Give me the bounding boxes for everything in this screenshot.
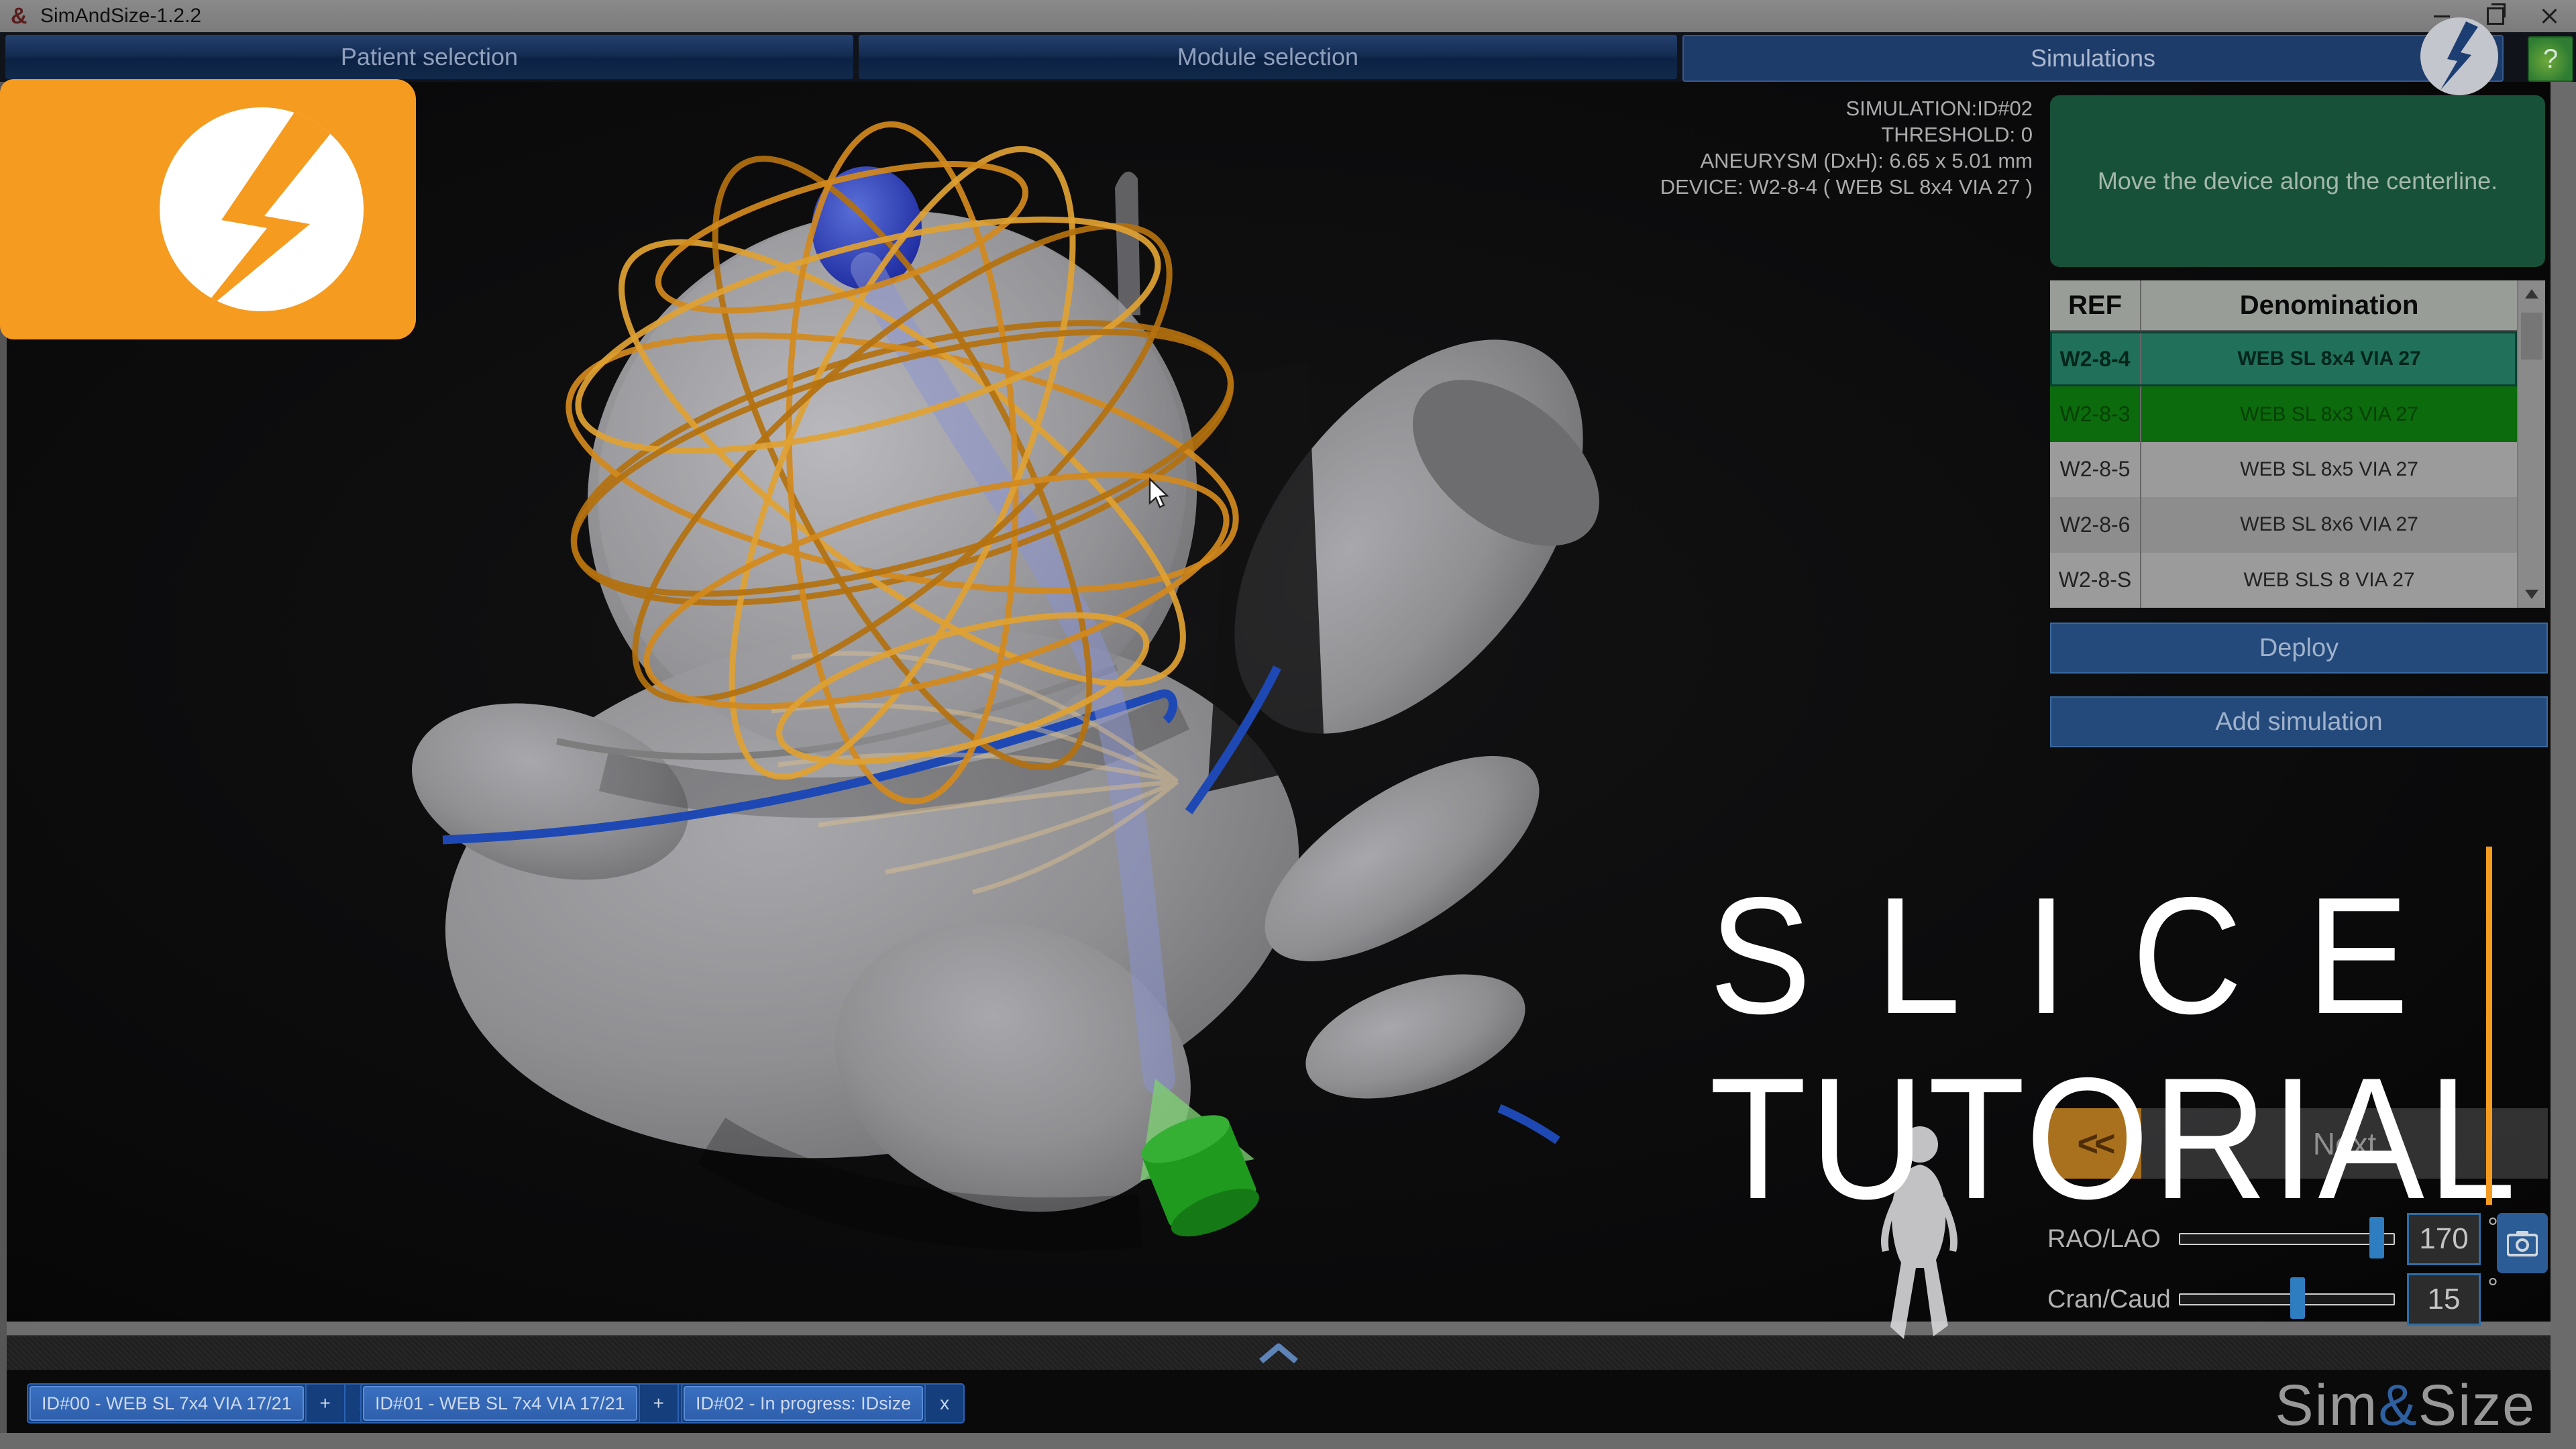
table-row[interactable]: W2-8-5 WEB SL 8x5 VIA 27: [2050, 442, 2517, 497]
window-edge-right[interactable]: [2551, 82, 2576, 1449]
app-window: & SimAndSize-1.2.2 Patient selection Mod…: [0, 0, 2576, 1449]
header-ref: REF: [2050, 280, 2141, 330]
device-table: REF Denomination W2-8-4 WEB SL 8x4 VIA 2…: [2050, 280, 2545, 608]
hud-device: DEVICE: W2-8-4 ( WEB SL 8x4 VIA 27 ): [1563, 174, 2033, 200]
sim-tab-id02[interactable]: ID#02 - In progress: IDsize x: [681, 1383, 965, 1424]
scroll-up-icon[interactable]: [2518, 280, 2545, 307]
sim-tab-close-button[interactable]: x: [924, 1385, 963, 1422]
help-button[interactable]: ?: [2528, 36, 2573, 82]
hud-simulation-id: SIMULATION:ID#02: [1563, 95, 2033, 121]
table-scrollbar[interactable]: [2517, 280, 2545, 608]
tab-patient-selection[interactable]: Patient selection: [5, 35, 853, 79]
titlebar: & SimAndSize-1.2.2: [0, 0, 2576, 32]
sim-tab-id01[interactable]: ID#01 - WEB SL 7x4 VIA 17/21 + x: [360, 1383, 718, 1424]
close-button[interactable]: [2522, 0, 2576, 32]
cran-caud-slider-handle[interactable]: [2290, 1277, 2305, 1319]
table-row[interactable]: W2-8-S WEB SLS 8 VIA 27: [2050, 553, 2517, 608]
chevron-up-icon: [1257, 1342, 1300, 1365]
sim-tab-add-button[interactable]: +: [305, 1385, 344, 1422]
table-row[interactable]: W2-8-4 WEB SL 8x4 VIA 27: [2050, 331, 2517, 386]
cran-caud-value[interactable]: 15: [2407, 1273, 2481, 1326]
sim-tab-id00[interactable]: ID#00 - WEB SL 7x4 VIA 17/21 + x: [27, 1383, 384, 1424]
tab-simulations[interactable]: Simulations: [1682, 35, 2504, 82]
scrollbar-thumb[interactable]: [2521, 313, 2542, 360]
app-icon: &: [11, 6, 31, 26]
cran-caud-unit: °: [2487, 1273, 2498, 1303]
tutorial-title-word1: SLICE: [1709, 872, 2450, 1038]
simandsize-wordmark: Sim&Size: [2275, 1373, 2536, 1439]
window-edge-bottom: [0, 1433, 2576, 1449]
inlet-marker: [1135, 1079, 1265, 1246]
cran-caud-label: Cran/Caud: [2047, 1285, 2179, 1314]
hud-aneurysm-size: ANEURYSM (DxH): 6.65 x 5.01 mm: [1563, 148, 2033, 174]
tutorial-brand-badge: [0, 79, 416, 339]
close-icon: [2540, 7, 2558, 25]
expand-panel-bar[interactable]: [7, 1335, 2551, 1373]
deploy-button[interactable]: Deploy: [2050, 623, 2548, 674]
hud-threshold: THRESHOLD: 0: [1563, 121, 2033, 148]
instruction-message: Move the device along the centerline.: [2050, 95, 2545, 267]
main-tabbar: Patient selection Module selection Simul…: [0, 32, 2576, 82]
scroll-down-icon[interactable]: [2518, 581, 2545, 608]
cran-caud-control: Cran/Caud 15 °: [2047, 1273, 2498, 1326]
table-row[interactable]: W2-8-3 WEB SL 8x3 VIA 27: [2050, 386, 2517, 441]
header-denomination: Denomination: [2141, 280, 2517, 330]
simandsize-bolt-logo-icon: [2420, 17, 2498, 95]
tutorial-accent-line: [2486, 847, 2492, 1205]
simulation-tabs-bar: ID#00 - WEB SL 7x4 VIA 17/21 + x ID#01 -…: [7, 1370, 2551, 1433]
tutorial-title: SLICE TUTORIAL: [1709, 872, 2450, 1225]
table-row[interactable]: W2-8-6 WEB SL 8x6 VIA 27: [2050, 497, 2517, 552]
sim-tab-add-button[interactable]: +: [639, 1385, 678, 1422]
mouse-cursor: [1148, 478, 1175, 510]
add-simulation-button[interactable]: Add simulation: [2050, 696, 2548, 747]
simulation-hud: SIMULATION:ID#02 THRESHOLD: 0 ANEURYSM (…: [1563, 95, 2033, 200]
device-table-header: REF Denomination: [2050, 280, 2517, 331]
tutorial-title-word2: TUTORIAL: [1709, 1052, 2450, 1225]
window-title: SimAndSize-1.2.2: [40, 5, 201, 28]
ampersand-logo: &: [2378, 1373, 2418, 1438]
tab-module-selection[interactable]: Module selection: [859, 35, 1677, 79]
lightning-badge-icon: [0, 79, 416, 339]
cran-caud-slider[interactable]: [2179, 1293, 2395, 1305]
